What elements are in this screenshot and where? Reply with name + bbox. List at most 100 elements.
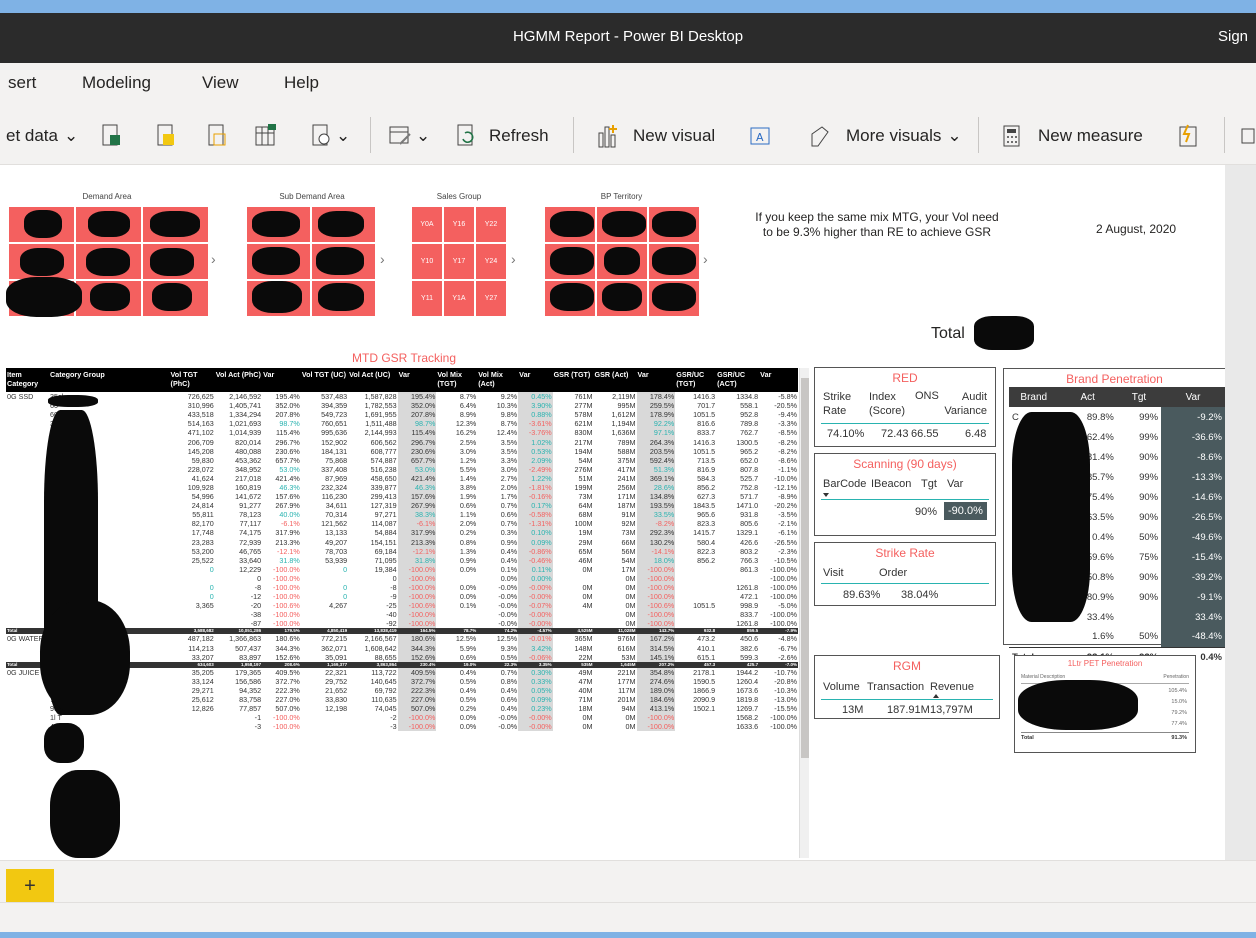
column-header[interactable]: Act — [1058, 387, 1117, 407]
text-box-icon[interactable]: A — [748, 123, 772, 149]
column-header[interactable]: Var — [636, 368, 676, 392]
chevron-right-icon[interactable]: › — [211, 251, 216, 267]
table-cell: -2.6% — [778, 652, 797, 662]
table-cell: -9.2% — [1161, 407, 1225, 427]
column-header[interactable]: Category Group — [49, 368, 170, 392]
column-header[interactable]: Var — [1161, 387, 1225, 407]
slicer-tile[interactable]: Y16 — [443, 206, 475, 243]
table-cell: 66M — [621, 537, 636, 547]
table-cell: 2.0% — [459, 519, 477, 529]
table-cell: -2.3% — [778, 546, 797, 556]
column-header[interactable]: Vol Act (UC) — [348, 368, 398, 392]
slicer-tile[interactable]: Y22 — [475, 206, 507, 243]
table-cell: -0.0% — [498, 601, 518, 611]
table-cell: -5.0% — [778, 601, 797, 611]
table-cell: 46.3% — [397, 482, 437, 493]
pet-total-value: 91.3% — [1171, 735, 1187, 741]
table-cell: -0.0% — [498, 583, 518, 593]
table-cell: 70,314 — [325, 510, 348, 520]
add-page-button[interactable]: + — [6, 869, 54, 903]
table-cell: 180.6% — [397, 634, 437, 644]
table-cell: 78,703 — [325, 546, 348, 556]
column-header[interactable]: Vol TGT (UC) — [300, 368, 349, 392]
redaction — [150, 211, 200, 237]
chevron-right-icon[interactable]: › — [380, 251, 385, 267]
chevron-right-icon[interactable]: › — [703, 251, 708, 267]
slicer-tile[interactable]: Y1A — [443, 280, 475, 317]
table-cell: 49,207 — [325, 537, 348, 547]
table-cell: 241M — [617, 473, 636, 483]
sign-in-link[interactable]: Sign — [1218, 28, 1248, 45]
table-cell: 35,205 — [191, 667, 214, 677]
slicer-tile[interactable]: Y17 — [443, 243, 475, 280]
column-header[interactable]: Brand — [1009, 387, 1059, 407]
column-header[interactable]: GSR/UC (TGT) — [675, 368, 717, 392]
column-header[interactable]: Vol Mix (Act) — [477, 368, 519, 392]
table-cell: 1,194M — [611, 419, 636, 429]
get-data-button[interactable]: et data ⌄ — [6, 123, 78, 149]
column-header[interactable]: Tgt — [1116, 387, 1162, 407]
table-cell: 0M — [625, 722, 636, 732]
strike-rate-card: Strike Rate Visit Order 89.63% 38.04% — [814, 542, 996, 606]
column-header[interactable]: Vol Mix (TGT) — [436, 368, 478, 392]
new-visual-button[interactable]: New visual — [597, 123, 715, 149]
table-cell: 0 — [209, 564, 214, 574]
column-header[interactable]: Var — [262, 368, 301, 392]
column-header[interactable]: Var — [518, 368, 553, 392]
plus-icon: + — [24, 875, 36, 897]
table-cell: 73M — [578, 492, 593, 502]
slicer-tile[interactable]: Y11 — [411, 280, 443, 317]
table-cell: 0M — [625, 610, 636, 620]
column-header[interactable]: Var — [759, 368, 798, 392]
menu-insert[interactable]: sert — [8, 73, 36, 93]
menu-help[interactable]: Help — [284, 73, 319, 93]
table-cell — [6, 610, 49, 619]
table-cell: -10.7% — [774, 667, 797, 677]
slicer-tile[interactable]: Y10 — [411, 243, 443, 280]
chevron-right-icon[interactable]: › — [511, 251, 516, 267]
excel-icon[interactable] — [100, 123, 122, 149]
refresh-button[interactable]: Refresh — [455, 123, 549, 149]
table-cell: -3.5% — [778, 510, 797, 520]
table-cell: 99% — [1139, 431, 1159, 443]
column-header[interactable]: GSR/UC (ACT) — [716, 368, 760, 392]
new-measure-button[interactable]: New measure — [1002, 123, 1143, 149]
dataset-icon[interactable] — [155, 123, 177, 149]
slicer-tile[interactable]: Y0A — [411, 206, 443, 243]
table-cell: 606,562 — [370, 437, 397, 447]
column-header[interactable]: Vol TGT (PhC) — [169, 368, 215, 392]
dataflow-icon[interactable] — [206, 123, 228, 149]
sort-desc-icon[interactable] — [823, 493, 829, 497]
recent-sources-button[interactable]: ⌄ — [310, 123, 350, 149]
slicer-tile[interactable]: Y24 — [475, 243, 507, 280]
table-cell: 50% — [1139, 531, 1159, 543]
publish-icon[interactable] — [1240, 123, 1256, 149]
table-cell: 772,215 — [321, 634, 348, 644]
transform-data-button[interactable]: ⌄ — [388, 123, 430, 149]
table-scrollbar[interactable] — [799, 368, 809, 858]
table-cell: 90% — [1139, 491, 1159, 503]
menu-view[interactable]: View — [202, 73, 239, 93]
more-visuals-button[interactable]: More visuals ⌄ — [808, 123, 962, 149]
sub-demand-area-title: Sub Demand Area — [279, 192, 345, 201]
quick-measure-icon[interactable] — [1178, 123, 1200, 149]
table-cell: 203.5% — [636, 446, 676, 456]
table-cell: 25,612 — [191, 695, 214, 705]
column-header[interactable]: Item Category — [6, 368, 50, 392]
table-cell: 0.53% — [518, 446, 553, 456]
scrollbar-thumb[interactable] — [801, 378, 809, 758]
sort-asc-icon[interactable] — [933, 694, 939, 698]
slicer-tile[interactable]: Y27 — [475, 280, 507, 317]
column-header[interactable]: Var — [397, 368, 437, 392]
column-header[interactable]: Vol Act (PhC) — [214, 368, 263, 392]
table-cell: -100.0% — [636, 713, 676, 723]
table-cell: 53.0% — [279, 464, 300, 474]
more-visuals-label: More visuals — [846, 126, 942, 145]
enter-data-icon[interactable] — [254, 123, 278, 149]
table-cell: 578M — [574, 410, 593, 420]
window-title: HGMM Report - Power BI Desktop — [512, 28, 744, 45]
menu-modeling[interactable]: Modeling — [82, 73, 151, 93]
column-header[interactable]: GSR (TGT) — [552, 368, 594, 392]
column-header[interactable]: GSR (Act) — [593, 368, 637, 392]
table-row: 53,200 46,765 -12.1% 78,703 69,184 -12.1% 1.3%… — [6, 546, 798, 556]
